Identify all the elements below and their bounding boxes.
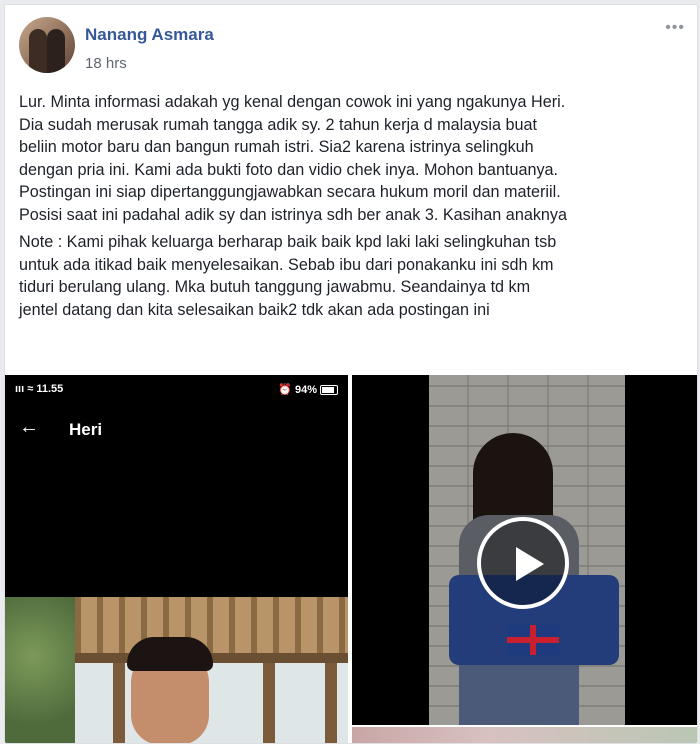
post-text: Lur. Minta informasi adakah yg kenal den… (19, 91, 691, 326)
avatar-figure (47, 29, 65, 73)
ellipsis-icon[interactable]: ••• (665, 19, 685, 37)
post-line: untuk ada itikad baik menyelesaikan. Seb… (19, 255, 554, 274)
post-line: beliin motor baru dan bangun rumah istri… (19, 138, 534, 156)
man-hair (127, 637, 213, 671)
post-line: Posisi saat ini padahal adik sy dan istr… (19, 205, 568, 224)
post-line: Note : Kami pihak keluarga berharap baik… (19, 233, 557, 251)
post-line: Postingan ini siap dipertanggungjawabkan… (19, 183, 561, 201)
video-thumbnail[interactable] (352, 375, 697, 725)
legs (459, 665, 579, 725)
profile-photo (5, 597, 348, 743)
avatar[interactable] (19, 17, 75, 73)
signal-icon: ııı ≈ (15, 383, 37, 395)
post-card: Nanang Asmara 18 hrs ••• Lur. Minta info… (4, 4, 698, 744)
tree (5, 597, 75, 743)
phone-status-bar: ııı ≈ 11.55 ⏰ 94% (15, 383, 338, 399)
next-image-strip[interactable] (352, 727, 697, 743)
back-arrow-icon: ← (19, 416, 39, 438)
post-timestamp[interactable]: 18 hrs (85, 55, 127, 72)
author-name[interactable]: Nanang Asmara (85, 25, 214, 45)
union-jack-pattern (507, 625, 559, 655)
post-line: jentel datang dan kita selesaikan baik2 … (19, 300, 490, 319)
avatar-figure (29, 29, 47, 73)
status-battery: ⏰ 94% (278, 383, 338, 396)
contact-name: Heri (69, 420, 103, 439)
post-paragraph: Lur. Minta informasi adakah yg kenal den… (19, 91, 691, 226)
play-icon[interactable] (477, 517, 569, 609)
pillar (263, 663, 275, 743)
gazebo-roof (75, 597, 348, 653)
post-line: tiduri berulang ulang. Mka butuh tanggun… (19, 278, 531, 296)
alarm-icon: ⏰ (278, 384, 295, 396)
post-line: Lur. Minta informasi adakah yg kenal den… (19, 93, 566, 111)
post-line: Dia sudah merusak rumah tangga adik sy. … (19, 115, 537, 134)
post-line: dengan pria ini. Kami ada bukti foto dan… (19, 160, 559, 179)
status-time: ııı ≈ 11.55 (15, 383, 64, 395)
post-paragraph: Note : Kami pihak keluarga berharap baik… (19, 231, 691, 321)
battery-icon (320, 385, 338, 396)
pillar (113, 663, 125, 743)
photo-phone-screenshot[interactable]: ııı ≈ 11.55 ⏰ 94% ← Heri (5, 375, 348, 743)
pillar (325, 663, 337, 743)
